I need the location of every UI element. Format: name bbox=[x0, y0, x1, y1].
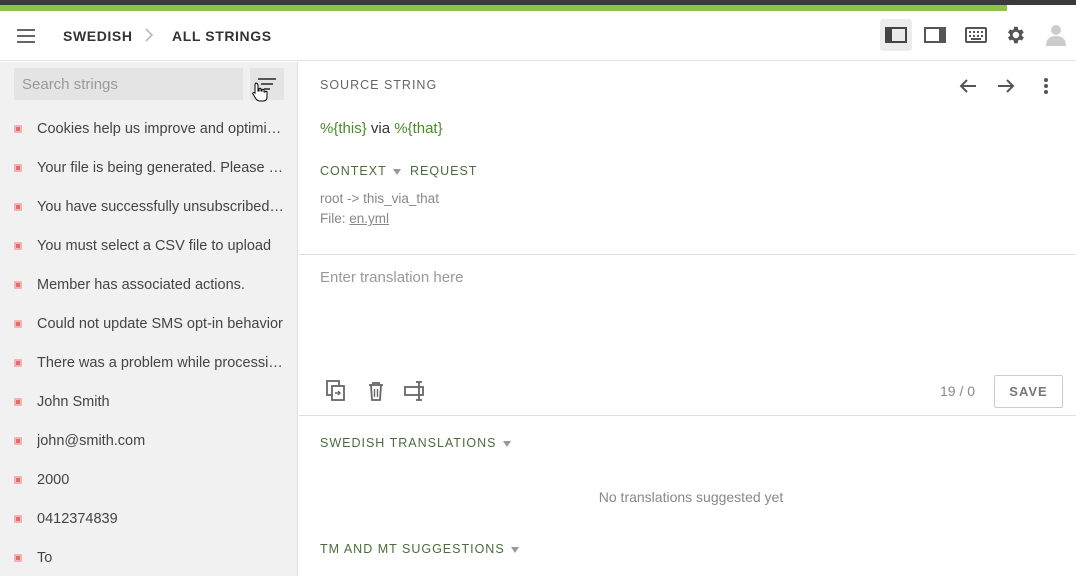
file-link[interactable]: en.yml bbox=[349, 211, 389, 226]
untranslated-dot-icon bbox=[14, 164, 22, 172]
user-icon[interactable] bbox=[1040, 19, 1072, 51]
caret-down-icon bbox=[502, 440, 511, 447]
list-item[interactable]: 0412374839 bbox=[0, 499, 298, 538]
arrow-right-icon[interactable] bbox=[994, 74, 1018, 98]
untranslated-dot-icon bbox=[14, 281, 22, 289]
list-item[interactable]: Cookies help us improve and optimise our… bbox=[0, 109, 298, 148]
chevron-right-icon bbox=[145, 28, 154, 45]
save-button[interactable]: SAVE bbox=[994, 375, 1063, 408]
progress-bar bbox=[0, 0, 1076, 11]
untranslated-dot-icon bbox=[14, 515, 22, 523]
swedish-translations-toggle[interactable]: SWEDISH TRANSLATIONS bbox=[320, 436, 511, 450]
trash-icon[interactable] bbox=[364, 379, 388, 403]
untranslated-dot-icon bbox=[14, 242, 22, 250]
list-item-label: Member has associated actions. bbox=[37, 276, 245, 293]
list-item[interactable]: Member has associated actions. bbox=[0, 265, 298, 304]
list-item[interactable]: john@smith.com bbox=[0, 421, 298, 460]
copy-source-icon[interactable] bbox=[324, 379, 348, 403]
list-item[interactable]: Could not update SMS opt-in behavior bbox=[0, 304, 298, 343]
list-item-label: 2000 bbox=[37, 471, 70, 488]
untranslated-dot-icon bbox=[14, 125, 22, 133]
translation-input[interactable] bbox=[299, 255, 1076, 365]
more-vert-icon[interactable] bbox=[1034, 74, 1058, 98]
tm-mt-suggestions-title: TM AND MT SUGGESTIONS bbox=[320, 542, 505, 556]
empty-translations-message: No translations suggested yet bbox=[598, 489, 784, 505]
swedish-translations-title: SWEDISH TRANSLATIONS bbox=[320, 436, 497, 450]
list-item-label: Could not update SMS opt-in behavior bbox=[37, 315, 283, 332]
list-item-label: You must select a CSV file to upload bbox=[37, 237, 272, 254]
caret-down-icon bbox=[392, 168, 401, 175]
untranslated-dot-icon bbox=[14, 476, 22, 484]
strings-sidebar: Cookies help us improve and optimise our… bbox=[0, 62, 298, 576]
arrow-left-icon[interactable] bbox=[956, 74, 980, 98]
caret-down-icon bbox=[510, 546, 519, 553]
context-key: root -> this_via_that bbox=[320, 191, 439, 206]
tab-context-label: CONTEXT bbox=[320, 164, 387, 178]
keyboard-icon[interactable] bbox=[960, 19, 992, 51]
breadcrumb-language[interactable]: SWEDISH bbox=[63, 28, 133, 44]
panel-layout-icon[interactable] bbox=[919, 19, 951, 51]
list-item-label: John Smith bbox=[37, 393, 110, 410]
untranslated-dot-icon bbox=[14, 359, 22, 367]
pointer-cursor-icon bbox=[252, 82, 268, 107]
context-file: File: en.yml bbox=[320, 211, 389, 226]
untranslated-dot-icon bbox=[14, 398, 22, 406]
string-list: Cookies help us improve and optimise our… bbox=[0, 109, 298, 577]
list-item-label: There was a problem while processing you… bbox=[37, 354, 287, 371]
tab-request[interactable]: REQUEST bbox=[410, 164, 477, 178]
character-counter: 19 / 0 bbox=[940, 383, 976, 399]
divider bbox=[299, 415, 1076, 416]
sidebar-layout-icon[interactable] bbox=[880, 19, 912, 51]
file-label: File: bbox=[320, 211, 350, 226]
list-item-label: john@smith.com bbox=[37, 432, 146, 449]
list-item-label: To bbox=[37, 549, 53, 566]
placeholder-this: %{this} bbox=[320, 120, 367, 137]
list-item-label: 0412374839 bbox=[37, 510, 118, 527]
menu-icon[interactable] bbox=[17, 29, 35, 43]
list-item[interactable]: You have successfully unsubscribed from bbox=[0, 187, 298, 226]
source-text-middle: via bbox=[366, 120, 395, 137]
untranslated-dot-icon bbox=[14, 320, 22, 328]
untranslated-dot-icon bbox=[14, 554, 22, 562]
list-item[interactable]: 2000 bbox=[0, 460, 298, 499]
list-item[interactable]: Your file is being generated. Please che… bbox=[0, 148, 298, 187]
list-item-label: Cookies help us improve and optimise our… bbox=[37, 120, 287, 137]
top-bar: SWEDISH ALL STRINGS bbox=[0, 11, 1076, 61]
text-insert-icon[interactable] bbox=[403, 379, 427, 403]
tab-context[interactable]: CONTEXT bbox=[320, 164, 401, 178]
placeholder-that: %{that} bbox=[394, 120, 443, 137]
source-string-label: SOURCE STRING bbox=[320, 78, 438, 92]
list-item[interactable]: John Smith bbox=[0, 382, 298, 421]
list-item[interactable]: You must select a CSV file to upload bbox=[0, 226, 298, 265]
tm-mt-suggestions-toggle[interactable]: TM AND MT SUGGESTIONS bbox=[320, 542, 519, 556]
untranslated-dot-icon bbox=[14, 203, 22, 211]
search-input[interactable] bbox=[14, 68, 243, 100]
list-item[interactable]: To bbox=[0, 538, 298, 577]
editor-panel: SOURCE STRING %{this} via %{that} CONTEX… bbox=[299, 62, 1076, 576]
list-item-label: You have successfully unsubscribed from bbox=[37, 198, 287, 215]
source-string: %{this} via %{that} bbox=[320, 120, 443, 137]
list-item[interactable]: There was a problem while processing you… bbox=[0, 343, 298, 382]
untranslated-dot-icon bbox=[14, 437, 22, 445]
breadcrumb-all-strings[interactable]: ALL STRINGS bbox=[172, 28, 272, 44]
gear-icon[interactable] bbox=[999, 19, 1031, 51]
list-item-label: Your file is being generated. Please che… bbox=[37, 159, 287, 176]
